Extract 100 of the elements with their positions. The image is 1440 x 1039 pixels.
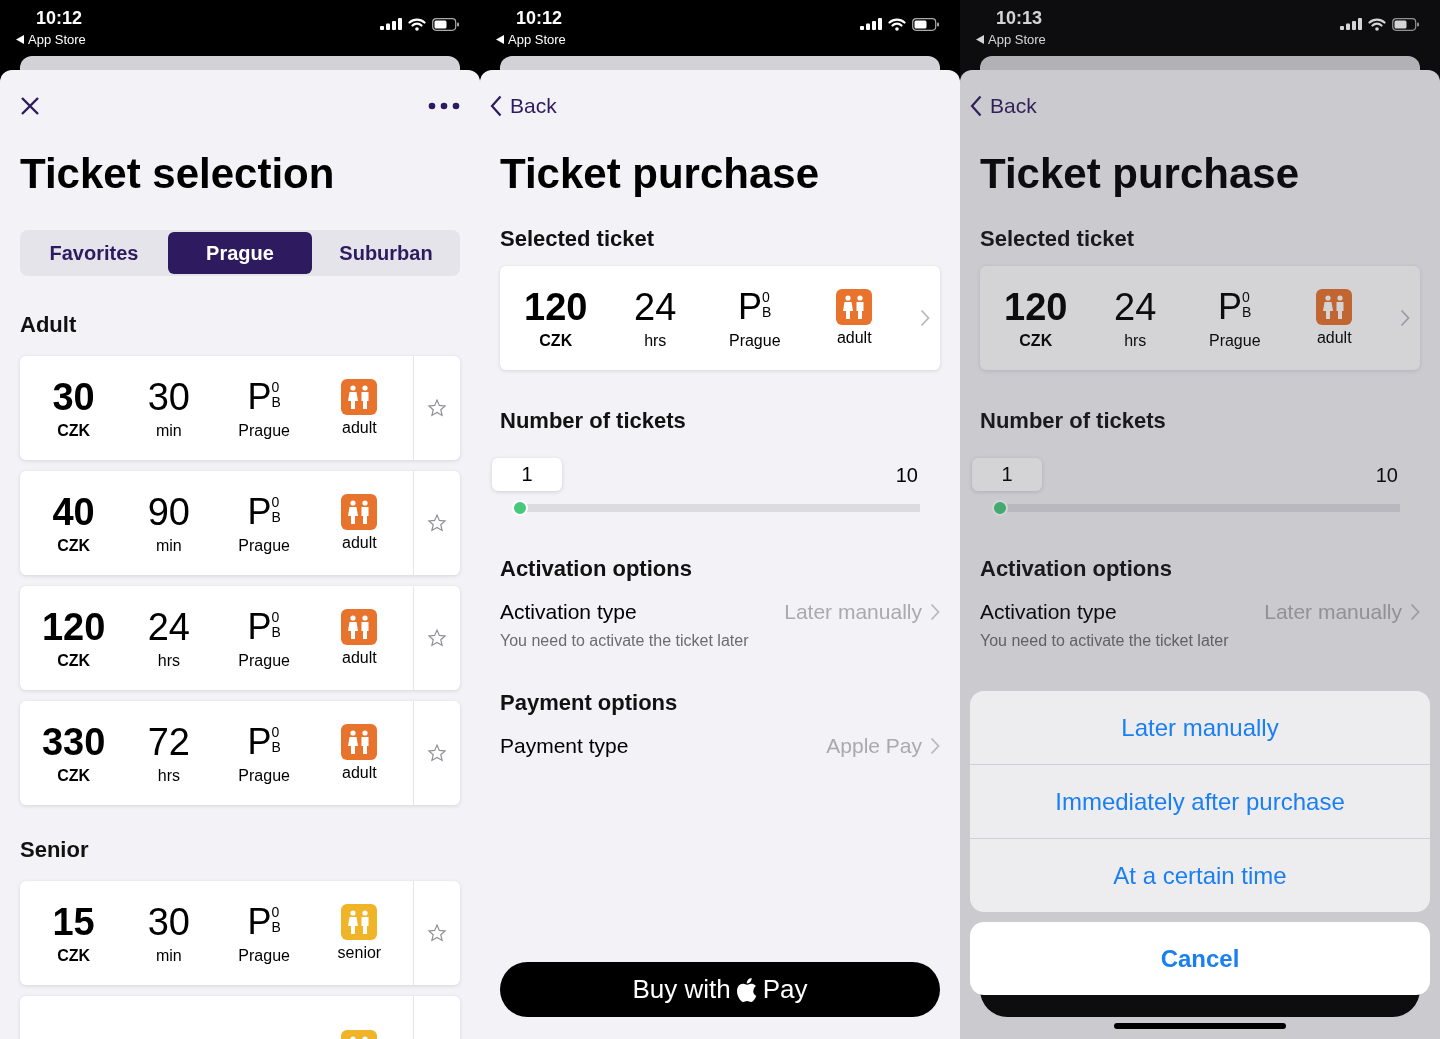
segment-tab[interactable]: Prague xyxy=(168,232,312,274)
chevron-right-icon xyxy=(1400,309,1410,327)
back-triangle-icon xyxy=(496,35,504,44)
back-button[interactable]: Back xyxy=(970,94,1037,118)
duration: 90 xyxy=(147,491,190,533)
battery-icon xyxy=(912,17,940,31)
chevron-right-icon xyxy=(920,309,930,327)
currency: CZK xyxy=(57,537,91,555)
zone-superscript: 0 xyxy=(271,610,281,625)
close-icon[interactable] xyxy=(20,96,40,116)
section-heading: Adult xyxy=(20,312,78,338)
zone-superscript: 0 xyxy=(271,725,281,740)
price: 120 xyxy=(1004,286,1068,328)
currency: CZK xyxy=(57,947,91,965)
slider-value-bubble: 1 xyxy=(492,458,562,491)
zone-subscript: B xyxy=(762,305,772,320)
zone-letter: P xyxy=(247,491,272,533)
passengers-icon xyxy=(341,494,378,530)
option-label: Activation type xyxy=(980,600,1117,624)
currency: CZK xyxy=(57,422,91,440)
zone-superscript: 0 xyxy=(271,905,281,920)
duration-unit: hrs xyxy=(1124,332,1147,350)
back-button[interactable]: Back xyxy=(490,94,557,118)
chevron-right-icon xyxy=(930,737,940,755)
passengers-icon xyxy=(341,724,378,760)
star-icon xyxy=(427,743,447,763)
cancel-button[interactable]: Cancel xyxy=(970,922,1430,995)
option-label: Payment type xyxy=(500,734,629,758)
price: 120 xyxy=(41,606,106,648)
currency: CZK xyxy=(539,332,573,350)
passenger-type: adult xyxy=(836,329,872,347)
section-heading: Activation options xyxy=(500,556,693,582)
chevron-left-icon xyxy=(970,95,982,117)
slider-thumb[interactable] xyxy=(992,500,1008,516)
duration-unit: min xyxy=(156,947,182,965)
chevron-left-icon xyxy=(490,95,502,117)
duration-unit: min xyxy=(156,422,182,440)
chevron-right-icon xyxy=(1410,603,1420,621)
zone-subscript: B xyxy=(271,395,281,410)
currency: CZK xyxy=(57,767,91,785)
apple-pay-button[interactable]: Buy with Pay xyxy=(500,962,940,1017)
duration: 24 xyxy=(634,286,677,328)
passengers-icon xyxy=(836,289,873,325)
passenger-type: adult xyxy=(342,649,377,667)
zone-letter: P xyxy=(738,286,763,328)
back-to-app-link[interactable]: App Store xyxy=(28,32,86,47)
more-icon[interactable] xyxy=(428,102,460,110)
zone-superscript: 0 xyxy=(271,380,281,395)
zone-city: Prague xyxy=(238,767,290,785)
zone-letter: P xyxy=(247,721,272,763)
zone-subscript: B xyxy=(271,920,281,935)
passengers-icon xyxy=(341,609,378,645)
passengers-icon xyxy=(341,379,378,415)
status-time: 10:13 xyxy=(996,8,1044,29)
battery-icon xyxy=(1392,17,1420,31)
zone-subscript: B xyxy=(271,510,281,525)
zone-subscript: B xyxy=(1242,305,1252,320)
passengers-icon xyxy=(341,904,378,940)
zone-subscript: B xyxy=(271,740,281,755)
apple-logo-icon xyxy=(736,977,757,1002)
page-title: Ticket purchase xyxy=(980,150,1301,198)
duration: 24 xyxy=(147,606,190,648)
signal-icon xyxy=(1340,18,1362,30)
zone-superscript: 0 xyxy=(271,495,281,510)
wifi-icon xyxy=(888,17,906,31)
currency: CZK xyxy=(57,652,91,670)
status-time: 10:12 xyxy=(36,8,84,29)
back-triangle-icon xyxy=(976,35,984,44)
segment-tab[interactable]: Suburban xyxy=(314,232,458,274)
star-icon xyxy=(427,923,447,943)
currency: CZK xyxy=(1019,332,1053,350)
zone-superscript: 0 xyxy=(762,290,771,305)
section-heading: Number of tickets xyxy=(980,408,1167,434)
slider-thumb[interactable] xyxy=(512,500,528,516)
price: 120 xyxy=(524,286,588,328)
signal-icon xyxy=(860,18,882,30)
wifi-icon xyxy=(408,17,426,31)
back-to-app-link[interactable]: App Store xyxy=(988,32,1046,47)
passenger-type: adult xyxy=(342,419,377,437)
back-to-app-link[interactable]: App Store xyxy=(508,32,566,47)
passenger-type: adult xyxy=(342,764,377,782)
segment-tab[interactable]: Favorites xyxy=(22,232,166,274)
zone-city: Prague xyxy=(238,947,290,965)
zone-letter: P xyxy=(247,606,272,648)
option-hint: You need to activate the ticket later xyxy=(500,632,750,650)
duration: 30 xyxy=(147,901,190,943)
zone-superscript: 0 xyxy=(1242,290,1251,305)
slider-value-bubble: 1 xyxy=(972,458,1042,491)
zone-letter: P xyxy=(1218,286,1243,328)
wifi-icon xyxy=(1368,17,1386,31)
passenger-type: adult xyxy=(1316,329,1352,347)
price: 30 xyxy=(52,376,95,418)
section-heading: Payment options xyxy=(500,690,679,716)
signal-icon xyxy=(380,18,402,30)
zone-subscript: B xyxy=(271,625,281,640)
page-title: Ticket selection xyxy=(20,150,336,198)
section-heading: Number of tickets xyxy=(500,408,687,434)
section-heading: Selected ticket xyxy=(500,226,656,252)
section-heading: Senior xyxy=(20,837,90,863)
passenger-type: senior xyxy=(337,944,382,962)
